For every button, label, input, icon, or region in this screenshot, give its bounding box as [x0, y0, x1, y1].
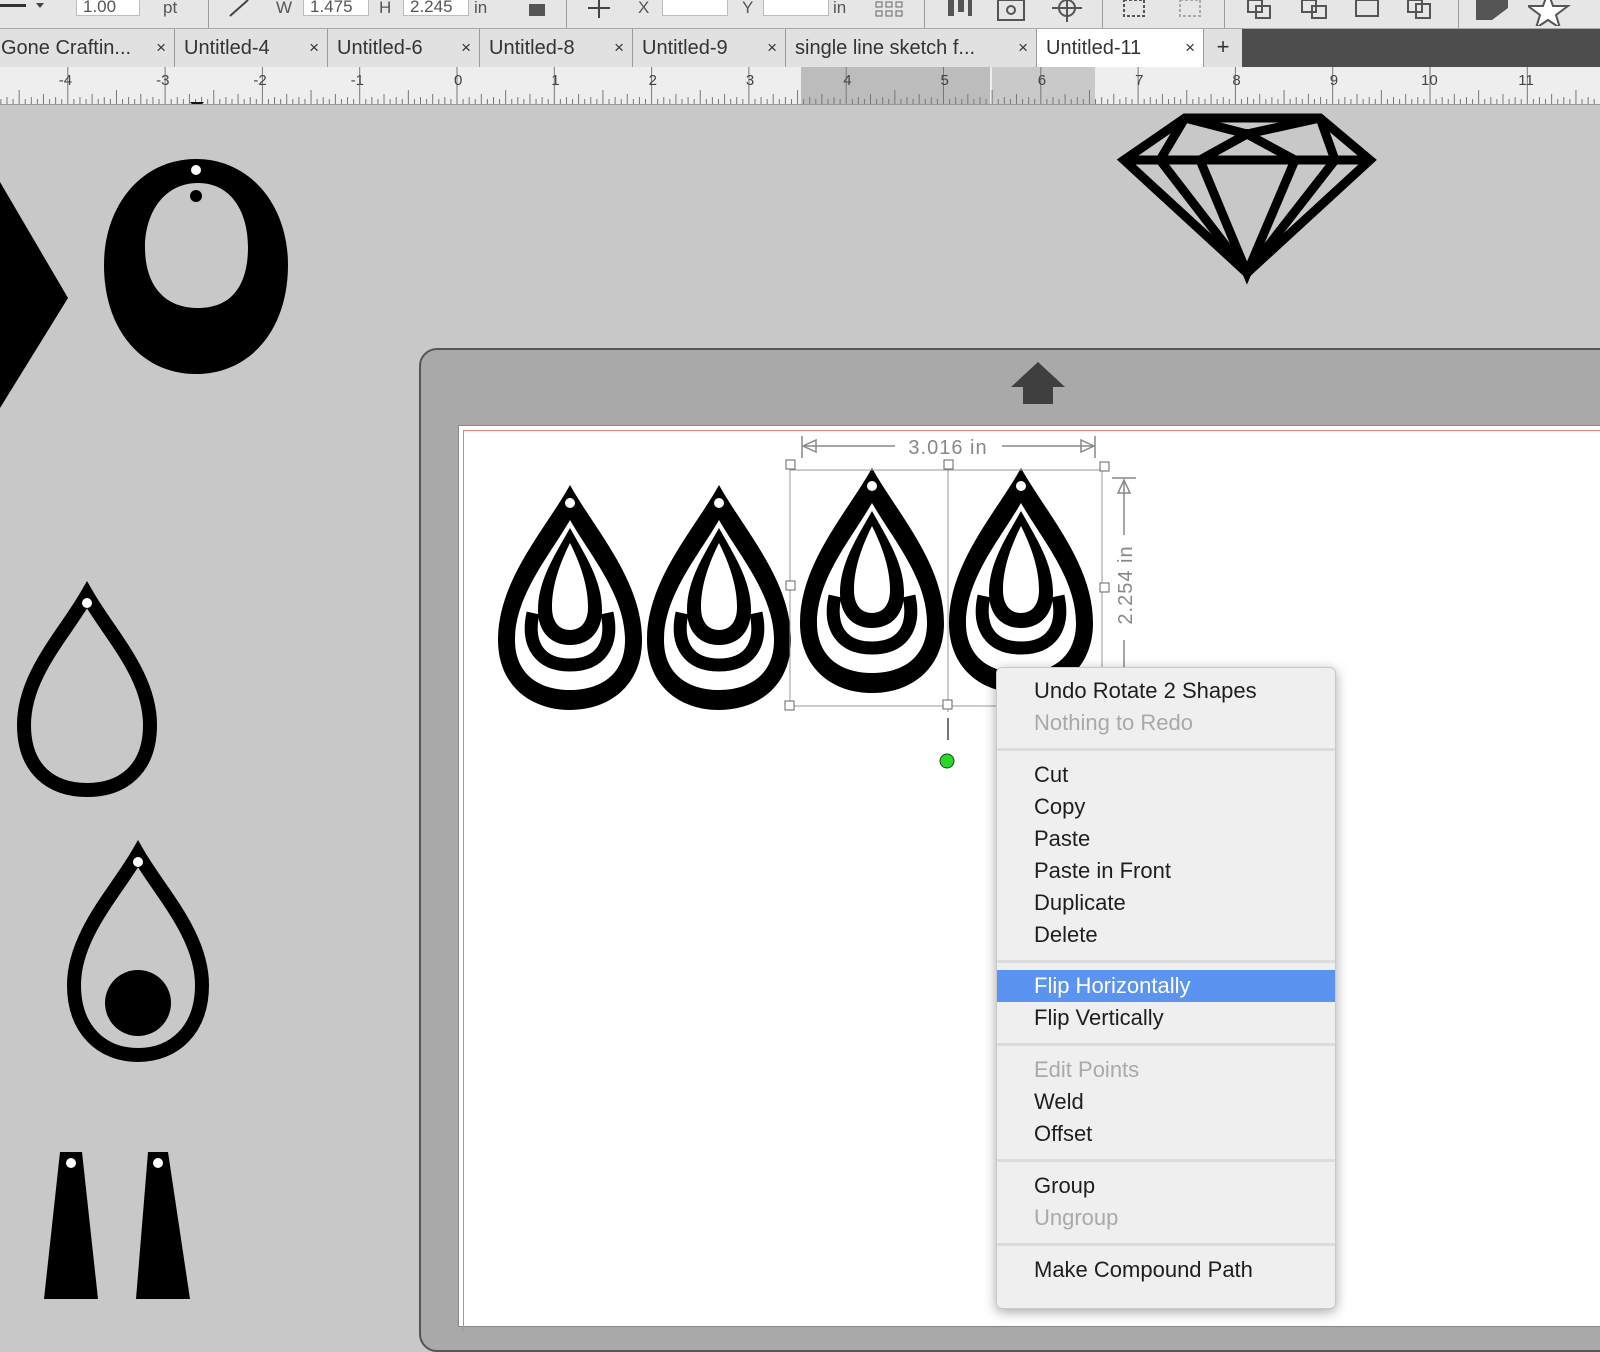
- menu-separator: [997, 1243, 1335, 1246]
- menu-separator: [997, 1159, 1335, 1162]
- menu-item-paste-in-front[interactable]: Paste in Front: [997, 855, 1335, 887]
- menu-item-offset[interactable]: Offset: [997, 1118, 1335, 1150]
- height-dimension-label: 2.254 in: [1115, 545, 1137, 624]
- menu-item-edit-points: Edit Points: [1034, 1057, 1140, 1082]
- menu-item-flip-vertically[interactable]: Flip Vertically: [997, 1002, 1335, 1034]
- teardrop-earring[interactable]: [498, 485, 642, 710]
- menu-item-flip-horizontally[interactable]: Flip Horizontally: [997, 970, 1335, 1002]
- menu-item-delete[interactable]: Delete: [997, 919, 1335, 951]
- width-dimension-label: 3.016 in: [908, 437, 987, 459]
- menu-separator: [997, 748, 1335, 751]
- context-menu: Undo Rotate 2 Shapes Nothing to Redo Cut…: [996, 667, 1336, 1309]
- menu-item-cut[interactable]: Cut: [997, 759, 1335, 791]
- teardrop-earring-selected[interactable]: [800, 468, 944, 693]
- menu-separator: [997, 1043, 1335, 1046]
- menu-item-redo: Nothing to Redo: [1034, 710, 1193, 735]
- teardrop-earring[interactable]: [647, 485, 791, 710]
- menu-item-copy[interactable]: Copy: [997, 791, 1335, 823]
- menu-item-make-compound-path[interactable]: Make Compound Path: [997, 1254, 1335, 1286]
- menu-separator: [997, 960, 1335, 963]
- menu-item-weld[interactable]: Weld: [997, 1086, 1335, 1118]
- rotation-handle[interactable]: [939, 753, 955, 769]
- menu-item-paste[interactable]: Paste: [997, 823, 1335, 855]
- teardrop-earring-selected[interactable]: [949, 468, 1093, 693]
- design-canvas: 3.016 in 2.254 in: [0, 436, 1137, 769]
- menu-item-ungroup: Ungroup: [1034, 1205, 1119, 1230]
- menu-item-undo[interactable]: Undo Rotate 2 Shapes: [997, 675, 1335, 707]
- menu-item-group[interactable]: Group: [997, 1170, 1335, 1202]
- menu-item-duplicate[interactable]: Duplicate: [997, 887, 1335, 919]
